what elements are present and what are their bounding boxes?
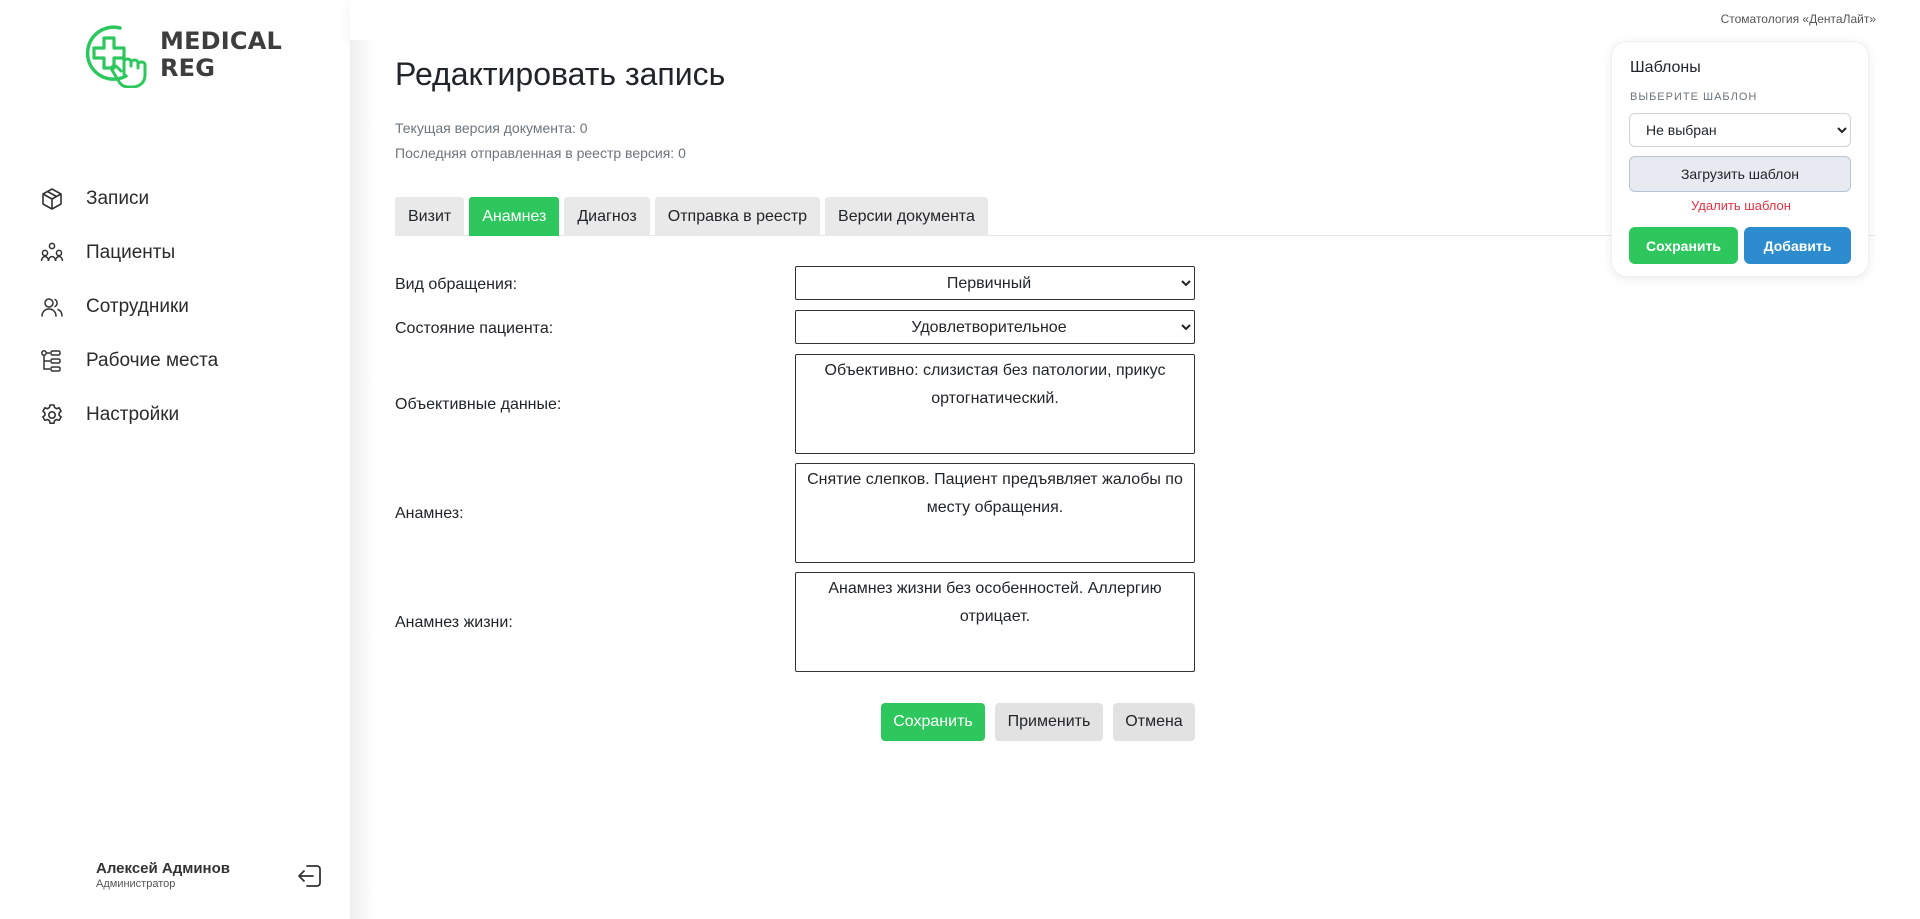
life-anamnesis-row: Анамнез жизни: Анамнез жизни без особенн… [395, 572, 1195, 672]
visit-type-select[interactable]: Первичный [795, 266, 1195, 300]
sidebar-item-records[interactable]: Записи [40, 172, 218, 226]
sidebar-item-settings[interactable]: Настройки [40, 388, 218, 442]
sidebar-item-label: Настройки [86, 404, 180, 425]
sidebar: MEDICAL REG Записи Пациенты Сотрудники Р… [0, 0, 350, 919]
gear-icon [40, 403, 64, 427]
logo-line-1: MEDICAL [160, 27, 283, 55]
anamnesis-label: Анамнез: [395, 505, 464, 522]
templates-panel: Шаблоны Выберите шаблон Не выбран Загруз… [1611, 41, 1869, 277]
tab-anamnesis[interactable]: Анамнез [469, 197, 560, 236]
template-select[interactable]: Не выбран [1629, 113, 1851, 147]
apply-button[interactable]: Применить [995, 703, 1103, 741]
clinic-name: Стоматология «ДентаЛайт» [1720, 12, 1876, 26]
tab-diagnosis[interactable]: Диагноз [564, 197, 650, 236]
visit-type-label: Вид обращения: [395, 276, 518, 293]
last-sent-version: Последняя отправленная в реестр версия: … [395, 145, 686, 161]
load-template-button[interactable]: Загрузить шаблон [1629, 156, 1851, 192]
top-bar [350, 0, 1920, 40]
logo-line-2: REG [160, 54, 216, 82]
logout-icon[interactable] [296, 862, 324, 890]
visit-type-row: Вид обращения: Первичный [395, 266, 1195, 300]
sidebar-item-label: Записи [86, 188, 150, 209]
workplaces-tree-icon [40, 349, 64, 373]
logo[interactable]: MEDICAL REG [84, 22, 282, 88]
patient-state-row: Состояние пациента: Удовлетворительное [395, 310, 1195, 344]
sidebar-item-staff[interactable]: Сотрудники [40, 280, 218, 334]
save-button[interactable]: Сохранить [881, 703, 985, 741]
sidebar-item-label: Рабочие места [86, 350, 219, 371]
users-icon [40, 295, 64, 319]
medical-cross-hand-icon [85, 25, 147, 88]
sidebar-item-label: Сотрудники [86, 296, 189, 317]
sidebar-nav: Записи Пациенты Сотрудники Рабочие места… [40, 172, 218, 442]
patient-state-label: Состояние пациента: [395, 320, 554, 337]
life-anamnesis-label: Анамнез жизни: [395, 614, 513, 631]
cube-icon [40, 187, 64, 211]
templates-title: Шаблоны [1630, 59, 1701, 76]
objective-data-row: Объективные данные: Объективно: слизиста… [395, 354, 1195, 454]
user-role: Администратор [96, 878, 176, 890]
sidebar-item-patients[interactable]: Пациенты [40, 226, 218, 280]
user-name: Алексей Админов [96, 860, 231, 877]
life-anamnesis-textarea[interactable]: Анамнез жизни без особенностей. Аллергию… [795, 572, 1195, 672]
sidebar-item-workplaces[interactable]: Рабочие места [40, 334, 218, 388]
tab-visit[interactable]: Визит [395, 197, 465, 236]
page-title: Редактировать запись [395, 56, 726, 92]
sidebar-item-label: Пациенты [86, 242, 176, 263]
anamnesis-row: Анамнез: Снятие слепков. Пациент предъяв… [395, 463, 1195, 563]
patients-icon [40, 241, 64, 265]
cancel-button[interactable]: Отмена [1113, 703, 1195, 741]
template-select-label: Выберите шаблон [1630, 91, 1758, 103]
objective-data-label: Объективные данные: [395, 396, 562, 413]
current-version: Текущая версия документа: 0 [395, 120, 588, 136]
save-template-button[interactable]: Сохранить [1629, 227, 1738, 264]
add-template-button[interactable]: Добавить [1744, 227, 1851, 264]
delete-template-link[interactable]: Удалить шаблон [1612, 198, 1870, 213]
anamnesis-textarea[interactable]: Снятие слепков. Пациент предъявляет жало… [795, 463, 1195, 563]
tab-registry-submission[interactable]: Отправка в реестр [654, 197, 821, 236]
user-profile: Алексей Админов Администратор [96, 860, 230, 890]
tab-document-versions[interactable]: Версии документа [825, 197, 988, 236]
objective-data-textarea[interactable]: Объективно: слизистая без патологии, при… [795, 354, 1195, 454]
logo-text: MEDICAL REG [160, 28, 282, 82]
patient-state-select[interactable]: Удовлетворительное [795, 310, 1195, 344]
